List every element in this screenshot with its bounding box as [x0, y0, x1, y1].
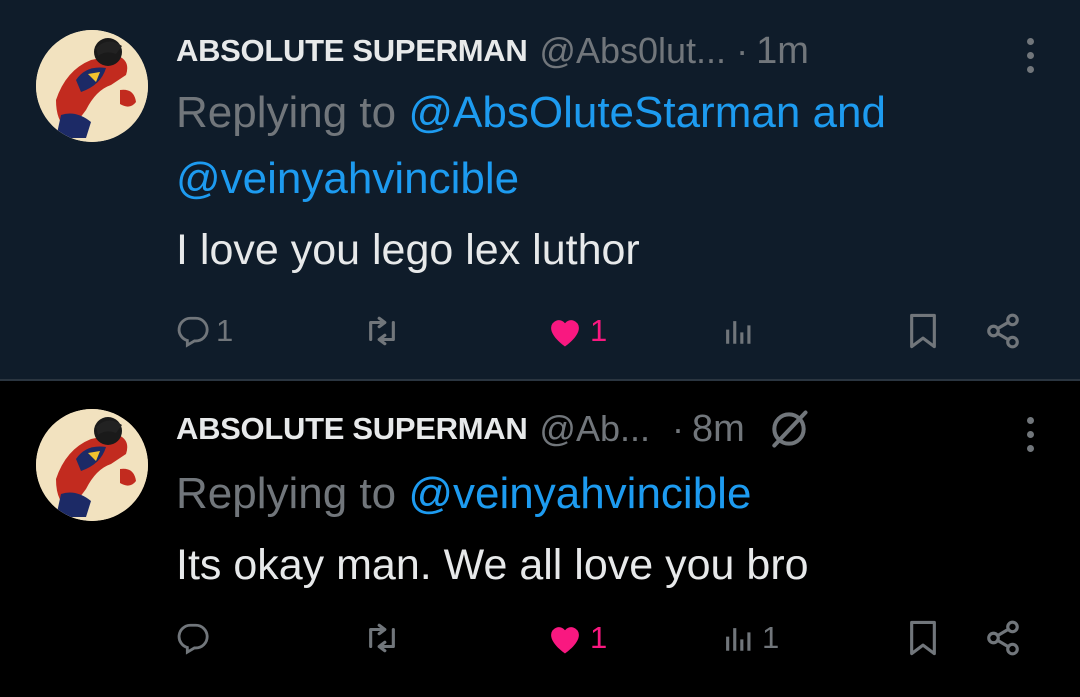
- view-count: 1: [762, 620, 780, 655]
- author-handle[interactable]: @Abs0lut...: [539, 30, 726, 72]
- timestamp[interactable]: 1m: [756, 30, 809, 73]
- separator-dot: ·: [672, 408, 685, 449]
- avatar[interactable]: [36, 30, 148, 142]
- tweet-text: Its okay man. We all love you bro: [176, 541, 809, 589]
- tweet-header: ABSOLUTE SUPERMAN @Abs0lut... · 1m: [176, 26, 1080, 76]
- reply-button[interactable]: [176, 613, 216, 663]
- share-icon: [987, 620, 1019, 656]
- action-bar: 1 1: [0, 613, 1080, 663]
- replying-prefix: Replying to: [176, 469, 409, 518]
- retweet-button[interactable]: [362, 613, 408, 663]
- like-count: 1: [590, 620, 608, 655]
- more-icon[interactable]: [1027, 38, 1034, 73]
- share-button[interactable]: [984, 613, 1022, 663]
- replying-to: Replying to @veinyahvincible: [176, 461, 1040, 527]
- mention-link[interactable]: @veinyahvincible: [408, 469, 751, 518]
- tweet-header: ABSOLUTE SUPERMAN @Ab... · 8m: [176, 404, 1080, 454]
- action-bar: 1 1: [0, 306, 1080, 356]
- views-button[interactable]: 1: [722, 613, 779, 663]
- no-entry-icon-svg: [772, 410, 808, 448]
- separator-dot: ·: [736, 30, 749, 71]
- like-icon: [551, 627, 579, 654]
- avatar-superman-image: [36, 30, 148, 142]
- avatar[interactable]: [36, 409, 148, 521]
- like-count: 1: [590, 313, 608, 348]
- views-button[interactable]: [722, 306, 762, 356]
- tweet-1[interactable]: ABSOLUTE SUPERMAN @Abs0lut... · 1m Reply…: [0, 0, 1080, 380]
- mention-link[interactable]: @veinyahvincible: [176, 154, 519, 203]
- like-icon: [551, 320, 579, 347]
- replying-to: Replying to @AbsOluteStarman and @veinya…: [176, 80, 1040, 212]
- share-button[interactable]: [984, 306, 1022, 356]
- retweet-icon: [369, 623, 395, 653]
- author-handle[interactable]: @Ab...: [539, 408, 650, 450]
- bookmark-icon: [910, 620, 936, 656]
- reply-count: 1: [216, 313, 234, 348]
- replying-prefix: Replying to: [176, 88, 409, 137]
- more-icon[interactable]: [1027, 417, 1034, 452]
- author-name[interactable]: ABSOLUTE SUPERMAN: [176, 411, 528, 447]
- retweet-button[interactable]: [362, 306, 408, 356]
- like-button[interactable]: 1: [546, 306, 607, 356]
- views-icon: [726, 628, 751, 651]
- reply-icon: [177, 316, 209, 348]
- views-icon: [726, 321, 751, 344]
- author-name[interactable]: ABSOLUTE SUPERMAN: [176, 33, 528, 69]
- avatar-superman-image: [36, 409, 148, 521]
- tweet-text: I love you lego lex luthor: [176, 226, 640, 274]
- reply-icon: [177, 623, 209, 655]
- reply-button[interactable]: 1: [176, 306, 233, 356]
- bookmark-button[interactable]: [906, 306, 940, 356]
- timestamp[interactable]: 8m: [692, 408, 745, 451]
- tweet-2[interactable]: ABSOLUTE SUPERMAN @Ab... · 8m Replying t…: [0, 381, 1080, 697]
- mention-link[interactable]: @AbsOluteStarman: [408, 88, 800, 137]
- replying-joiner: and: [800, 88, 886, 137]
- share-icon: [987, 313, 1019, 349]
- bookmark-button[interactable]: [906, 613, 940, 663]
- no-entry-icon: [767, 407, 811, 451]
- bookmark-icon: [910, 313, 936, 349]
- retweet-icon: [369, 316, 395, 346]
- like-button[interactable]: 1: [546, 613, 607, 663]
